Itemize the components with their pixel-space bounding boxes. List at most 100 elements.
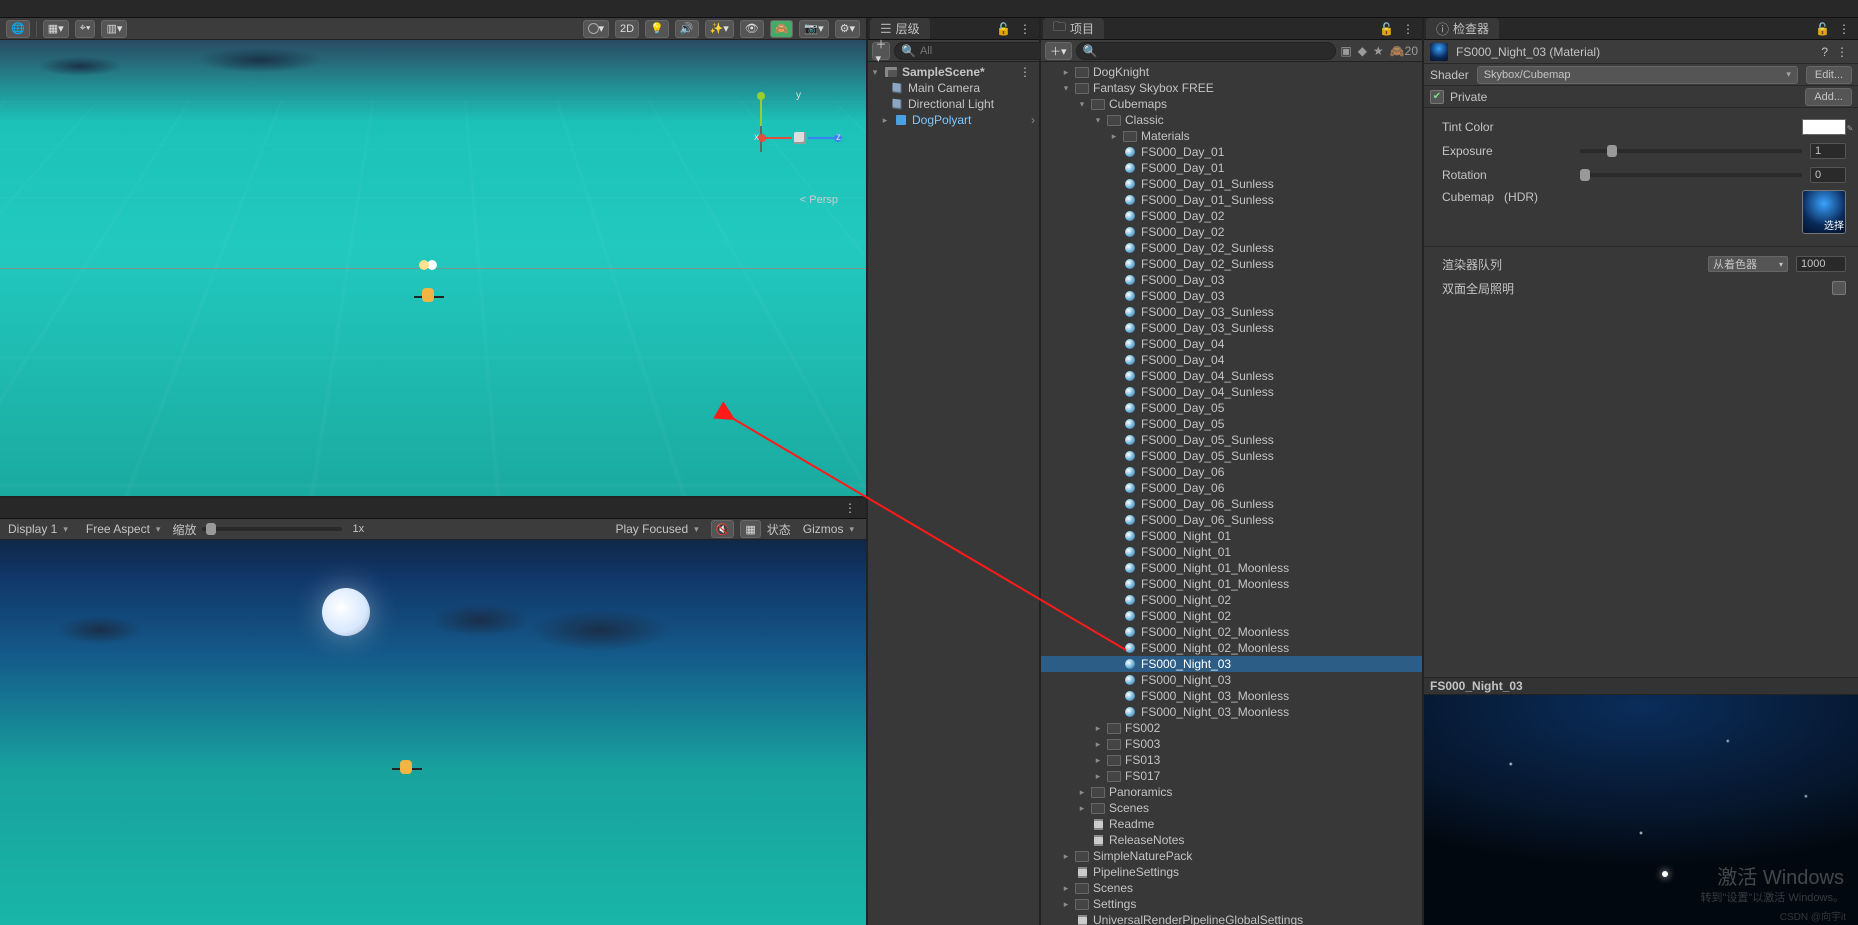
- play-mode-dropdown[interactable]: Play Focused: [609, 520, 704, 538]
- panel-menu-icon[interactable]: ⋮: [1398, 22, 1418, 36]
- stats-label[interactable]: 状态: [767, 521, 791, 538]
- private-checkbox[interactable]: [1430, 90, 1444, 104]
- lighting-toggle[interactable]: 💡: [645, 20, 669, 38]
- panel-menu-icon[interactable]: ⋮: [1015, 22, 1035, 36]
- project-row[interactable]: FS000_Day_06: [1041, 464, 1422, 480]
- fx-toggle[interactable]: ✨▾: [705, 20, 734, 38]
- project-row[interactable]: FS000_Day_06_Sunless: [1041, 496, 1422, 512]
- create-asset-button[interactable]: ＋▾: [1045, 42, 1072, 60]
- project-row[interactable]: FS000_Day_06: [1041, 480, 1422, 496]
- project-row[interactable]: FS000_Day_01_Sunless: [1041, 192, 1422, 208]
- project-row[interactable]: FS000_Night_03: [1041, 656, 1422, 672]
- project-row[interactable]: FS000_Day_04: [1041, 352, 1422, 368]
- project-row[interactable]: FS000_Night_02: [1041, 592, 1422, 608]
- material-preview[interactable]: [1424, 695, 1858, 925]
- hierarchy-item[interactable]: Directional Light: [868, 96, 1039, 112]
- project-row[interactable]: FS000_Day_01: [1041, 160, 1422, 176]
- globe-icon[interactable]: 🌐: [6, 20, 30, 38]
- lock-icon[interactable]: 🔓: [1379, 22, 1394, 36]
- project-row[interactable]: FS000_Day_04_Sunless: [1041, 368, 1422, 384]
- project-tree[interactable]: ▸DogKnight▾Fantasy Skybox FREE▾Cubemaps▾…: [1041, 62, 1422, 925]
- project-row[interactable]: FS000_Night_02_Moonless: [1041, 624, 1422, 640]
- hidden-count[interactable]: 🙈20: [1390, 44, 1418, 58]
- gizmos-button[interactable]: ⚙▾: [835, 20, 860, 38]
- game-menu-icon[interactable]: ⋮: [840, 501, 860, 515]
- project-row[interactable]: FS000_Day_06_Sunless: [1041, 512, 1422, 528]
- project-row[interactable]: FS000_Day_02_Sunless: [1041, 240, 1422, 256]
- draw-mode-button[interactable]: ▾: [583, 20, 610, 38]
- filter-label-icon[interactable]: ◆: [1358, 44, 1367, 58]
- mute-toggle[interactable]: 🔇: [711, 520, 735, 538]
- project-row[interactable]: FS000_Day_03_Sunless: [1041, 320, 1422, 336]
- stats-toggle-icon[interactable]: ▦: [740, 520, 760, 538]
- shader-dropdown[interactable]: Skybox/Cubemap: [1477, 66, 1798, 84]
- project-row[interactable]: Readme: [1041, 816, 1422, 832]
- project-row[interactable]: ▸DogKnight: [1041, 64, 1422, 80]
- display-dropdown[interactable]: Display 1: [2, 520, 74, 538]
- pivot-mode-button[interactable]: ▦▾: [43, 20, 69, 38]
- project-row[interactable]: FS000_Day_05: [1041, 416, 1422, 432]
- project-row[interactable]: FS000_Day_05_Sunless: [1041, 448, 1422, 464]
- scene-menu-icon[interactable]: ⋮: [1015, 65, 1035, 79]
- project-row[interactable]: ▸FS017: [1041, 768, 1422, 784]
- project-row[interactable]: FS000_Day_01_Sunless: [1041, 176, 1422, 192]
- project-search[interactable]: 🔍: [1076, 42, 1337, 60]
- hierarchy-item[interactable]: Main Camera: [868, 80, 1039, 96]
- create-button[interactable]: ＋▾: [872, 42, 890, 60]
- project-row[interactable]: FS000_Night_02: [1041, 608, 1422, 624]
- project-row[interactable]: FS000_Day_05_Sunless: [1041, 432, 1422, 448]
- project-row[interactable]: FS000_Day_03: [1041, 272, 1422, 288]
- scene-row[interactable]: ▾SampleScene*⋮: [868, 64, 1039, 80]
- project-row[interactable]: FS000_Night_01: [1041, 544, 1422, 560]
- prefab-open-icon[interactable]: ›: [1031, 113, 1035, 127]
- aspect-dropdown[interactable]: Free Aspect: [80, 520, 167, 538]
- project-row[interactable]: FS000_Day_03_Sunless: [1041, 304, 1422, 320]
- hidden-toggle[interactable]: 🙈: [770, 20, 794, 38]
- camera-button[interactable]: 📷▾: [799, 20, 828, 38]
- rotation-value[interactable]: [1810, 167, 1846, 183]
- cubemap-field[interactable]: 选择: [1802, 190, 1846, 234]
- projection-label[interactable]: < Persp: [800, 194, 838, 206]
- filter-type-icon[interactable]: ▣: [1340, 44, 1351, 58]
- scale-slider[interactable]: [202, 527, 342, 531]
- project-row[interactable]: ▾Cubemaps: [1041, 96, 1422, 112]
- project-row[interactable]: ▸FS003: [1041, 736, 1422, 752]
- panel-menu-icon[interactable]: ⋮: [1834, 22, 1854, 36]
- hierarchy-tree[interactable]: ▾SampleScene*⋮ Main Camera Directional L…: [868, 62, 1039, 925]
- project-row[interactable]: ▸Materials: [1041, 128, 1422, 144]
- double-gi-checkbox[interactable]: [1832, 281, 1846, 295]
- game-view[interactable]: [0, 540, 866, 925]
- project-row[interactable]: ▸FS013: [1041, 752, 1422, 768]
- 2d-toggle[interactable]: 2D: [615, 20, 639, 38]
- project-row[interactable]: FS000_Day_02_Sunless: [1041, 256, 1422, 272]
- render-queue-dropdown[interactable]: 从着色器: [1708, 256, 1788, 272]
- component-menu-icon[interactable]: ⋮: [1832, 45, 1852, 59]
- grid-snap-button[interactable]: ▥▾: [101, 20, 127, 38]
- project-row[interactable]: FS000_Night_01: [1041, 528, 1422, 544]
- exposure-value[interactable]: [1810, 143, 1846, 159]
- tab-project[interactable]: 🗀项目: [1043, 18, 1104, 39]
- help-icon[interactable]: ?: [1821, 45, 1828, 59]
- favorite-icon[interactable]: ★: [1373, 44, 1384, 58]
- project-row[interactable]: ▸Scenes: [1041, 880, 1422, 896]
- scene-character[interactable]: [414, 288, 444, 310]
- project-row[interactable]: FS000_Day_04_Sunless: [1041, 384, 1422, 400]
- project-row[interactable]: FS000_Night_01_Moonless: [1041, 560, 1422, 576]
- audio-toggle[interactable]: 🔊: [675, 20, 699, 38]
- visibility-toggle[interactable]: 👁: [740, 20, 764, 38]
- lock-icon[interactable]: 🔓: [996, 22, 1011, 36]
- search-input[interactable]: [1101, 45, 1329, 57]
- project-row[interactable]: FS000_Day_03: [1041, 288, 1422, 304]
- preview-header[interactable]: FS000_Night_03: [1424, 677, 1858, 695]
- project-row[interactable]: ReleaseNotes: [1041, 832, 1422, 848]
- gizmos-dropdown[interactable]: Gizmos: [797, 520, 860, 538]
- project-row[interactable]: ▸Settings: [1041, 896, 1422, 912]
- project-row[interactable]: FS000_Day_05: [1041, 400, 1422, 416]
- render-queue-value[interactable]: [1796, 256, 1846, 272]
- project-row[interactable]: ▸Panoramics: [1041, 784, 1422, 800]
- project-row[interactable]: FS000_Day_01: [1041, 144, 1422, 160]
- project-row[interactable]: FS000_Night_01_Moonless: [1041, 576, 1422, 592]
- project-row[interactable]: FS000_Night_03_Moonless: [1041, 688, 1422, 704]
- project-row[interactable]: FS000_Night_02_Moonless: [1041, 640, 1422, 656]
- project-row[interactable]: FS000_Day_04: [1041, 336, 1422, 352]
